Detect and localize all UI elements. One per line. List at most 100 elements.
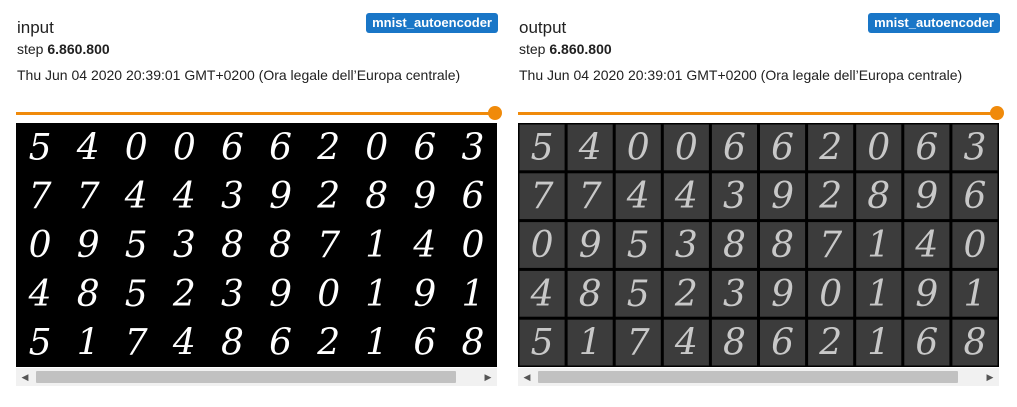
digit-glyph: 6 [269, 127, 292, 168]
digit-glyph: 9 [413, 176, 436, 217]
chevron-left-icon[interactable]: ◀ [518, 368, 536, 386]
digit-glyph: 1 [579, 323, 602, 364]
digit-glyph: 2 [316, 127, 340, 168]
digit-glyph: 4 [28, 274, 52, 315]
digit-glyph: 5 [29, 323, 52, 364]
digit-glyph: 3 [723, 176, 746, 217]
digit-glyph: 2 [316, 176, 340, 217]
digit-glyph: 0 [531, 225, 554, 266]
digit-glyph: 0 [29, 225, 52, 266]
step-value: 6.860.800 [549, 41, 612, 57]
digit-glyph: 7 [819, 225, 842, 266]
digit-glyph: 8 [771, 225, 794, 266]
digit-glyph: 2 [172, 274, 196, 315]
digit-glyph: 0 [963, 225, 986, 266]
digit-glyph: 8 [221, 323, 244, 364]
digit-glyph: 8 [867, 176, 890, 217]
step-slider-thumb[interactable] [990, 106, 1004, 120]
digit-glyph: 6 [221, 127, 244, 168]
image-card-input: input mnist_autoencoder step 6.860.800 T… [16, 8, 502, 398]
step-label: step 6.860.800 [17, 41, 110, 57]
digit-glyph: 1 [867, 225, 890, 266]
digit-glyph: 6 [915, 323, 938, 364]
digit-glyph: 6 [915, 127, 938, 168]
digit-glyph: 5 [125, 274, 148, 315]
timestamp: Thu Jun 04 2020 20:39:01 GMT+0200 (Ora l… [519, 67, 963, 83]
digit-glyph: 6 [771, 323, 794, 364]
digit-glyph: 6 [963, 176, 986, 217]
digit-glyph: 6 [413, 127, 436, 168]
digit-image: 5400662063774439289609538871404852390191… [16, 123, 497, 367]
digit-image: 5400662063774439289609538871404852390191… [518, 123, 999, 367]
digit-glyph: 7 [125, 323, 148, 364]
horizontal-scrollbar[interactable]: ◀ ▶ [518, 368, 999, 386]
chevron-left-icon[interactable]: ◀ [16, 368, 34, 386]
digit-glyph: 5 [531, 323, 554, 364]
digit-glyph: 6 [413, 323, 436, 364]
step-slider-track[interactable] [518, 112, 994, 115]
digit-glyph: 8 [221, 225, 244, 266]
image-card-output: output mnist_autoencoder step 6.860.800 … [518, 8, 1004, 398]
card-title: input [17, 18, 54, 37]
digit-glyph: 0 [461, 225, 484, 266]
digit-glyph: 7 [29, 176, 52, 217]
digit-glyph: 6 [269, 323, 292, 364]
digit-glyph: 3 [675, 225, 698, 266]
digit-glyph: 4 [626, 176, 650, 217]
digit-glyph: 9 [269, 274, 292, 315]
step-label: step 6.860.800 [519, 41, 612, 57]
digit-glyph: 2 [818, 176, 842, 217]
digit-glyph: 3 [723, 274, 746, 315]
digit-glyph: 2 [674, 274, 698, 315]
digit-glyph: 0 [627, 127, 650, 168]
digit-glyph: 4 [172, 323, 196, 364]
digit-glyph: 0 [675, 127, 698, 168]
digit-glyph: 2 [316, 323, 340, 364]
digit-glyph: 6 [771, 127, 794, 168]
digit-glyph: 1 [867, 274, 890, 315]
scrollbar-thumb[interactable] [36, 371, 456, 383]
step-slider-track[interactable] [16, 112, 492, 115]
digit-glyph: 5 [125, 225, 148, 266]
digit-glyph: 8 [723, 225, 746, 266]
digit-glyph: 9 [915, 176, 938, 217]
digit-glyph: 4 [674, 323, 698, 364]
digit-glyph: 5 [531, 127, 554, 168]
digit-glyph: 7 [531, 176, 554, 217]
digit-glyph: 3 [221, 274, 244, 315]
digit-glyph: 1 [867, 323, 890, 364]
scrollbar-thumb[interactable] [538, 371, 958, 383]
digit-glyph: 4 [530, 274, 554, 315]
digit-glyph: 2 [818, 323, 842, 364]
digit-glyph: 8 [579, 274, 602, 315]
digit-glyph: 1 [461, 274, 484, 315]
digit-glyph: 5 [627, 274, 650, 315]
digit-glyph: 8 [723, 323, 746, 364]
chevron-right-icon[interactable]: ▶ [479, 368, 497, 386]
digit-glyph: 0 [125, 127, 148, 168]
digit-glyph: 0 [317, 274, 340, 315]
step-value: 6.860.800 [47, 41, 110, 57]
digit-glyph: 4 [172, 176, 196, 217]
digit-glyph: 7 [627, 323, 650, 364]
card-title: output [519, 18, 567, 37]
horizontal-scrollbar[interactable]: ◀ ▶ [16, 368, 497, 386]
digit-glyph: 4 [914, 225, 938, 266]
digit-glyph: 3 [963, 127, 986, 168]
digit-grid-image: 5 4 0 0 6 6 2 0 6 37 7 4 4 3 9 2 8 9 60 9 5 3 8 8 7 1 4 04 8 5 2 3 9 0 1 9 1… [28, 127, 485, 364]
digit-glyph: 4 [674, 176, 698, 217]
digit-glyph: 5 [627, 225, 650, 266]
step-slider-thumb[interactable] [488, 106, 502, 120]
run-tag-badge: mnist_autoencoder [366, 13, 498, 33]
digit-glyph: 7 [317, 225, 340, 266]
digit-glyph: 4 [578, 127, 602, 168]
digit-glyph: 8 [365, 176, 388, 217]
digit-glyph: 4 [76, 127, 100, 168]
digit-glyph: 9 [771, 274, 794, 315]
chevron-right-icon[interactable]: ▶ [981, 368, 999, 386]
digit-glyph: 0 [819, 274, 842, 315]
digit-glyph: 1 [365, 225, 388, 266]
digit-glyph: 9 [771, 176, 794, 217]
digit-glyph: 9 [269, 176, 292, 217]
digit-glyph: 8 [269, 225, 292, 266]
